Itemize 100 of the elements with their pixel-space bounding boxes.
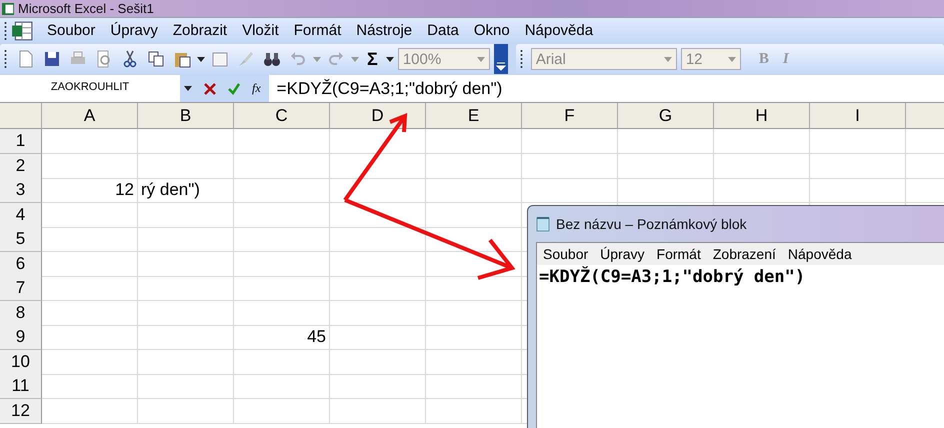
grid-cell[interactable] bbox=[234, 350, 330, 374]
menu-item[interactable]: Vložit bbox=[236, 22, 288, 39]
grid-cell[interactable]: 12 bbox=[42, 178, 138, 203]
grid-cell[interactable] bbox=[330, 252, 426, 276]
grid-cell[interactable] bbox=[522, 178, 618, 203]
row-header[interactable]: 7 bbox=[0, 276, 42, 301]
grid-cell[interactable] bbox=[138, 252, 234, 276]
grid-cell[interactable] bbox=[234, 129, 330, 154]
column-header[interactable]: E bbox=[426, 103, 522, 129]
grid-cell[interactable] bbox=[138, 154, 234, 178]
grid-cell[interactable] bbox=[426, 276, 522, 301]
grid-cell[interactable] bbox=[234, 202, 330, 228]
grid-cell[interactable] bbox=[522, 129, 618, 154]
grid-cell[interactable] bbox=[138, 350, 234, 374]
grid-cell[interactable] bbox=[234, 178, 330, 203]
select-all-corner[interactable] bbox=[0, 103, 42, 129]
grid-cell[interactable] bbox=[138, 300, 234, 326]
grid-cell[interactable] bbox=[234, 154, 330, 178]
grid-cell[interactable] bbox=[234, 252, 330, 276]
grid-cell[interactable] bbox=[426, 202, 522, 228]
grid-cell[interactable] bbox=[426, 325, 522, 350]
column-header[interactable]: I bbox=[810, 103, 906, 129]
grid-cell[interactable] bbox=[330, 202, 426, 228]
grid-cell[interactable] bbox=[42, 398, 138, 424]
grid-cell[interactable] bbox=[42, 374, 138, 399]
new-document-icon[interactable] bbox=[17, 50, 35, 68]
grid-cell[interactable] bbox=[138, 227, 234, 252]
grid-cell[interactable] bbox=[426, 252, 522, 276]
row-header[interactable]: 1 bbox=[0, 129, 42, 154]
grid-cell[interactable] bbox=[138, 202, 234, 228]
save-icon[interactable] bbox=[43, 50, 61, 68]
column-header[interactable]: B bbox=[138, 103, 234, 129]
grid-cell[interactable] bbox=[810, 178, 906, 203]
caret-icon[interactable] bbox=[184, 86, 192, 91]
grid-cell[interactable] bbox=[714, 154, 810, 178]
grid-cell[interactable] bbox=[426, 129, 522, 154]
grid-cell[interactable] bbox=[426, 398, 522, 424]
menu-item[interactable]: Nápověda bbox=[518, 22, 602, 39]
menu-item[interactable]: Data bbox=[421, 22, 468, 39]
scissors-icon[interactable] bbox=[121, 50, 139, 68]
row-header[interactable]: 8 bbox=[0, 300, 42, 326]
grid-cell[interactable] bbox=[330, 398, 426, 424]
column-header[interactable]: D bbox=[330, 103, 426, 129]
menu-item[interactable]: Formát bbox=[656, 246, 701, 262]
grid-cell[interactable] bbox=[42, 350, 138, 374]
grid-cell[interactable] bbox=[42, 325, 138, 350]
redo-icon[interactable] bbox=[327, 50, 345, 68]
column-header[interactable]: A bbox=[42, 103, 138, 129]
spreadsheet-icon[interactable] bbox=[11, 20, 33, 42]
grid-cell[interactable] bbox=[42, 202, 138, 228]
copy-icon[interactable] bbox=[147, 50, 165, 68]
column-header[interactable]: C bbox=[234, 103, 330, 129]
grid-cell[interactable] bbox=[330, 325, 426, 350]
row-header[interactable]: 9 bbox=[0, 325, 42, 350]
binoculars-icon[interactable] bbox=[263, 50, 281, 68]
grid-cell[interactable] bbox=[426, 374, 522, 399]
grid-cell[interactable] bbox=[810, 154, 906, 178]
grid-cell[interactable] bbox=[234, 398, 330, 424]
formula-field[interactable]: =KDYŽ(C9=A3;1;"dobrý den") bbox=[268, 78, 502, 98]
caret-icon[interactable] bbox=[386, 56, 394, 62]
grid-cell[interactable] bbox=[330, 300, 426, 326]
row-header[interactable]: 11 bbox=[0, 374, 42, 399]
grid-cell[interactable]: 45 bbox=[234, 325, 330, 350]
grid-cell[interactable] bbox=[330, 178, 426, 203]
grid-cell[interactable] bbox=[426, 154, 522, 178]
menu-item[interactable]: Okno bbox=[468, 22, 519, 39]
menu-item[interactable]: Soubor bbox=[41, 22, 104, 39]
grid-cell[interactable] bbox=[138, 129, 234, 154]
grid-cell[interactable] bbox=[330, 129, 426, 154]
autosum-button[interactable]: Σ bbox=[367, 48, 378, 70]
clipboard-icon[interactable] bbox=[173, 50, 191, 68]
row-header[interactable]: 4 bbox=[0, 202, 42, 228]
grid-cell[interactable] bbox=[426, 350, 522, 374]
caret-icon[interactable] bbox=[197, 56, 205, 62]
grid-cell[interactable] bbox=[138, 398, 234, 424]
row-header[interactable]: 12 bbox=[0, 398, 42, 424]
menu-item[interactable]: Nástroje bbox=[350, 22, 422, 39]
menu-item[interactable]: Formát bbox=[288, 22, 350, 39]
row-header[interactable]: 5 bbox=[0, 227, 42, 252]
menu-item[interactable]: Soubor bbox=[543, 246, 588, 262]
grid-cell[interactable] bbox=[426, 178, 522, 203]
grid-cell[interactable] bbox=[330, 227, 426, 252]
grid-cell[interactable] bbox=[714, 129, 810, 154]
grid-cell[interactable] bbox=[330, 154, 426, 178]
grid-cell[interactable] bbox=[618, 129, 714, 154]
text-area[interactable]: =KDYŽ(C9=A3;1;"dobrý den") bbox=[537, 265, 944, 428]
grid-cell[interactable] bbox=[42, 300, 138, 326]
grid-cell[interactable] bbox=[810, 129, 906, 154]
grid-cell[interactable] bbox=[714, 178, 810, 203]
grid-cell[interactable] bbox=[234, 276, 330, 301]
grid-cell[interactable] bbox=[426, 227, 522, 252]
grid-cell[interactable] bbox=[42, 129, 138, 154]
grid-cell[interactable] bbox=[42, 252, 138, 276]
grid-cell[interactable] bbox=[330, 276, 426, 301]
grid-cell[interactable] bbox=[330, 350, 426, 374]
grid-cell[interactable] bbox=[42, 154, 138, 178]
name-box[interactable]: ZAOKROUHLIT bbox=[0, 75, 180, 102]
column-header[interactable]: G bbox=[618, 103, 714, 129]
toolbar-options-icon[interactable] bbox=[494, 44, 508, 74]
grid-cell[interactable]: rý den") bbox=[138, 178, 234, 203]
